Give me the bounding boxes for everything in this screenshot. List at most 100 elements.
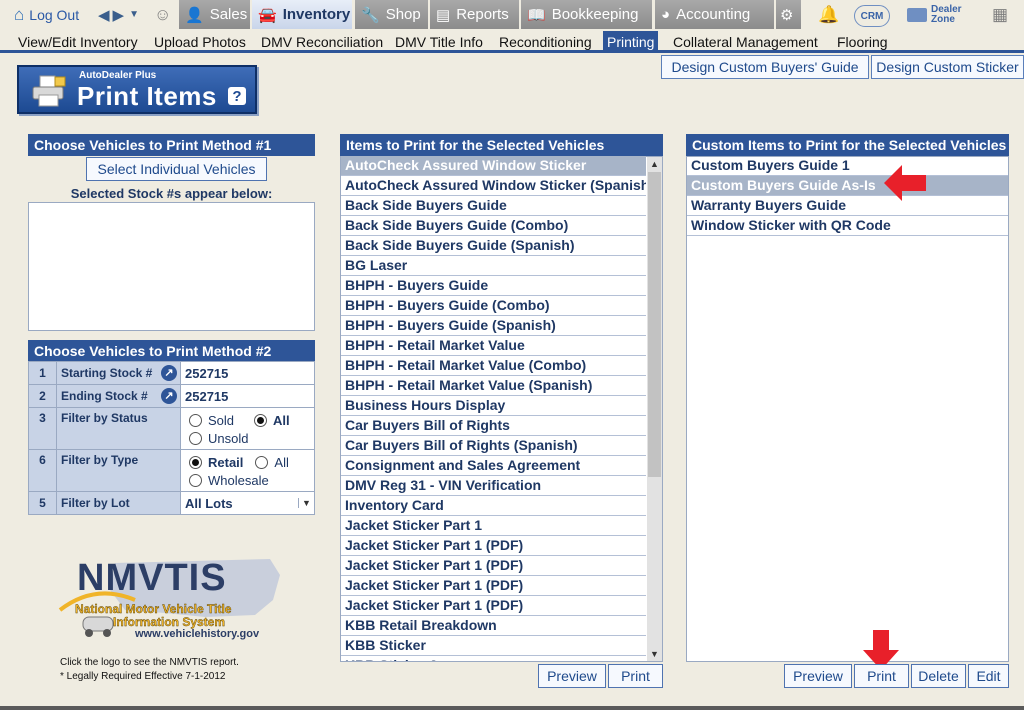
items-preview-button[interactable]: Preview [538,664,606,688]
crm-cloud-icon: CRM [854,5,890,27]
items-list-item[interactable]: Jacket Sticker Part 1 (PDF) [341,536,646,556]
module-reports[interactable]: ▤ Reports [430,0,520,29]
bell-icon[interactable]: 🔔 [818,0,839,29]
tab-printing[interactable]: Printing [603,31,659,53]
scroll-up-icon[interactable]: ▲ [647,157,662,171]
items-print-button[interactable]: Print [608,664,663,688]
items-list-item[interactable]: BHPH - Retail Market Value (Spanish) [341,376,646,396]
radio-dot [255,455,269,469]
logout-link[interactable]: ⌂ Log Out [14,0,79,29]
starting-stock-input[interactable]: 252715 [180,361,315,385]
selected-stock-list[interactable] [28,202,315,331]
items-list[interactable]: AutoCheck Assured Window Sticker AutoChec… [341,156,646,661]
items-list-item[interactable]: Business Hours Display [341,396,646,416]
items-list-item[interactable]: Back Side Buyers Guide [341,196,646,216]
custom-edit-button[interactable]: Edit [968,664,1009,688]
nmvtis-logo[interactable]: NMVTIS National Motor Vehicle Title Info… [55,555,285,647]
red-arrow-left-icon [884,165,926,201]
module-inventory[interactable]: 🚘 Inventory [252,0,353,29]
tab-upload-photos[interactable]: Upload Photos [150,31,250,53]
calculator-icon[interactable]: ▦ [992,0,1008,29]
items-list-item[interactable]: BHPH - Buyers Guide (Spanish) [341,316,646,336]
items-list-item[interactable]: DMV Reg 31 - VIN Verification [341,476,646,496]
nmvtis-url: www.vehiclehistory.gov [135,628,260,640]
items-list-item[interactable]: AutoCheck Assured Window Sticker [341,156,646,176]
items-list-item[interactable]: KBB Sticker 2 [341,656,646,661]
custom-delete-button[interactable]: Delete [911,664,966,688]
status-unsold-radio[interactable]: Unsold [189,431,248,446]
items-list-item[interactable]: Back Side Buyers Guide (Spanish) [341,236,646,256]
items-list-item[interactable]: Car Buyers Bill of Rights (Spanish) [341,436,646,456]
help-icon[interactable]: ? [228,87,246,105]
items-list-item[interactable]: AutoCheck Assured Window Sticker (Spanis… [341,176,646,196]
items-list-item[interactable]: BG Laser [341,256,646,276]
module-label: Bookkeeping [551,6,639,23]
select-individual-vehicles-button[interactable]: Select Individual Vehicles [86,157,267,181]
dealer-zone-icon [907,7,927,22]
type-all-radio[interactable]: All [255,455,289,470]
module-accounting[interactable]: ◕ Accounting [655,0,775,29]
tab-collateral-management[interactable]: Collateral Management [669,31,822,53]
items-list-item[interactable]: Jacket Sticker Part 1 (PDF) [341,556,646,576]
module-shop[interactable]: 🔧 Shop [355,0,429,29]
items-list-item[interactable]: BHPH - Buyers Guide (Combo) [341,296,646,316]
status-all-radio[interactable]: All [254,413,290,428]
history-nav[interactable]: ◀ ▶ ▼ [98,0,140,29]
lookup-icon[interactable]: ↗ [161,365,177,381]
items-list-item[interactable]: BHPH - Retail Market Value (Combo) [341,356,646,376]
items-list-item[interactable]: Inventory Card [341,496,646,516]
tab-dmv-title-info[interactable]: DMV Title Info [391,31,487,53]
module-label: Accounting [676,6,751,23]
filter-lot-select[interactable]: All Lots ▼ [180,491,315,515]
custom-items-list[interactable]: Custom Buyers Guide 1 Custom Buyers Guide… [687,156,1008,256]
lookup-icon[interactable]: ↗ [161,388,177,404]
scrollbar-thumb[interactable] [648,172,661,477]
items-list-item[interactable]: Car Buyers Bill of Rights [341,416,646,436]
items-list-item[interactable]: BHPH - Buyers Guide [341,276,646,296]
custom-list-item[interactable]: Custom Buyers Guide As-Is [687,176,1008,196]
forward-arrow-icon[interactable]: ▶ [113,6,126,24]
dealer-zone-button[interactable]: Dealer Zone [907,0,962,29]
module-bookkeeping[interactable]: 📖 Bookkeeping [521,0,653,29]
history-dropdown-icon[interactable]: ▼ [129,9,140,20]
module-label: Shop [385,6,421,23]
tab-view-edit-inventory[interactable]: View/Edit Inventory [14,31,142,53]
items-list-item[interactable]: KBB Retail Breakdown [341,616,646,636]
tab-reconditioning[interactable]: Reconditioning [495,31,596,53]
filter-type-row: 6 Filter by Type Retail All Wholesale [28,449,315,492]
custom-list-item[interactable]: Custom Buyers Guide 1 [687,156,1008,176]
user-avatar-icon[interactable]: ☺ [154,0,171,29]
items-list-item[interactable]: Jacket Sticker Part 1 (PDF) [341,576,646,596]
design-custom-sticker-button[interactable]: Design Custom Sticker [871,55,1024,79]
status-unsold-label: Unsold [208,430,249,446]
custom-preview-button[interactable]: Preview [784,664,852,688]
status-all-label: All [273,412,290,428]
items-scrollbar[interactable]: ▲ ▼ [647,157,662,661]
items-list-item[interactable]: KBB Sticker [341,636,646,656]
custom-print-button[interactable]: Print [854,664,909,688]
tab-flooring[interactable]: Flooring [833,31,892,53]
back-arrow-icon[interactable]: ◀ [98,6,111,24]
crm-button[interactable]: CRM [854,0,890,29]
selected-stock-label: Selected Stock #s appear below: [70,186,273,201]
ending-stock-row: 2 Ending Stock # ↗ 252715 [28,384,315,408]
ending-stock-cell: Ending Stock # ↗ [56,384,181,408]
type-retail-radio[interactable]: Retail [189,455,243,470]
type-wholesale-radio[interactable]: Wholesale [189,473,269,488]
settings-button[interactable]: ⚙ [776,0,802,29]
custom-list-item[interactable]: Window Sticker with QR Code [687,216,1008,236]
design-custom-buyers-guide-button[interactable]: Design Custom Buyers' Guide [661,55,869,79]
items-list-item[interactable]: Consignment and Sales Agreement [341,456,646,476]
custom-list-item[interactable]: Warranty Buyers Guide [687,196,1008,216]
items-list-item[interactable]: BHPH - Retail Market Value [341,336,646,356]
items-list-item[interactable]: Jacket Sticker Part 1 [341,516,646,536]
tab-dmv-reconciliation[interactable]: DMV Reconciliation [257,31,387,53]
items-list-item[interactable]: Jacket Sticker Part 1 (PDF) [341,596,646,616]
home-icon: ⌂ [14,4,25,24]
items-list-item[interactable]: Back Side Buyers Guide (Combo) [341,216,646,236]
ending-stock-input[interactable]: 252715 [180,384,315,408]
status-sold-radio[interactable]: Sold [189,413,234,428]
module-sales[interactable]: 👤 Sales [179,0,251,29]
module-label: Reports [456,6,509,23]
scroll-down-icon[interactable]: ▼ [647,647,662,661]
